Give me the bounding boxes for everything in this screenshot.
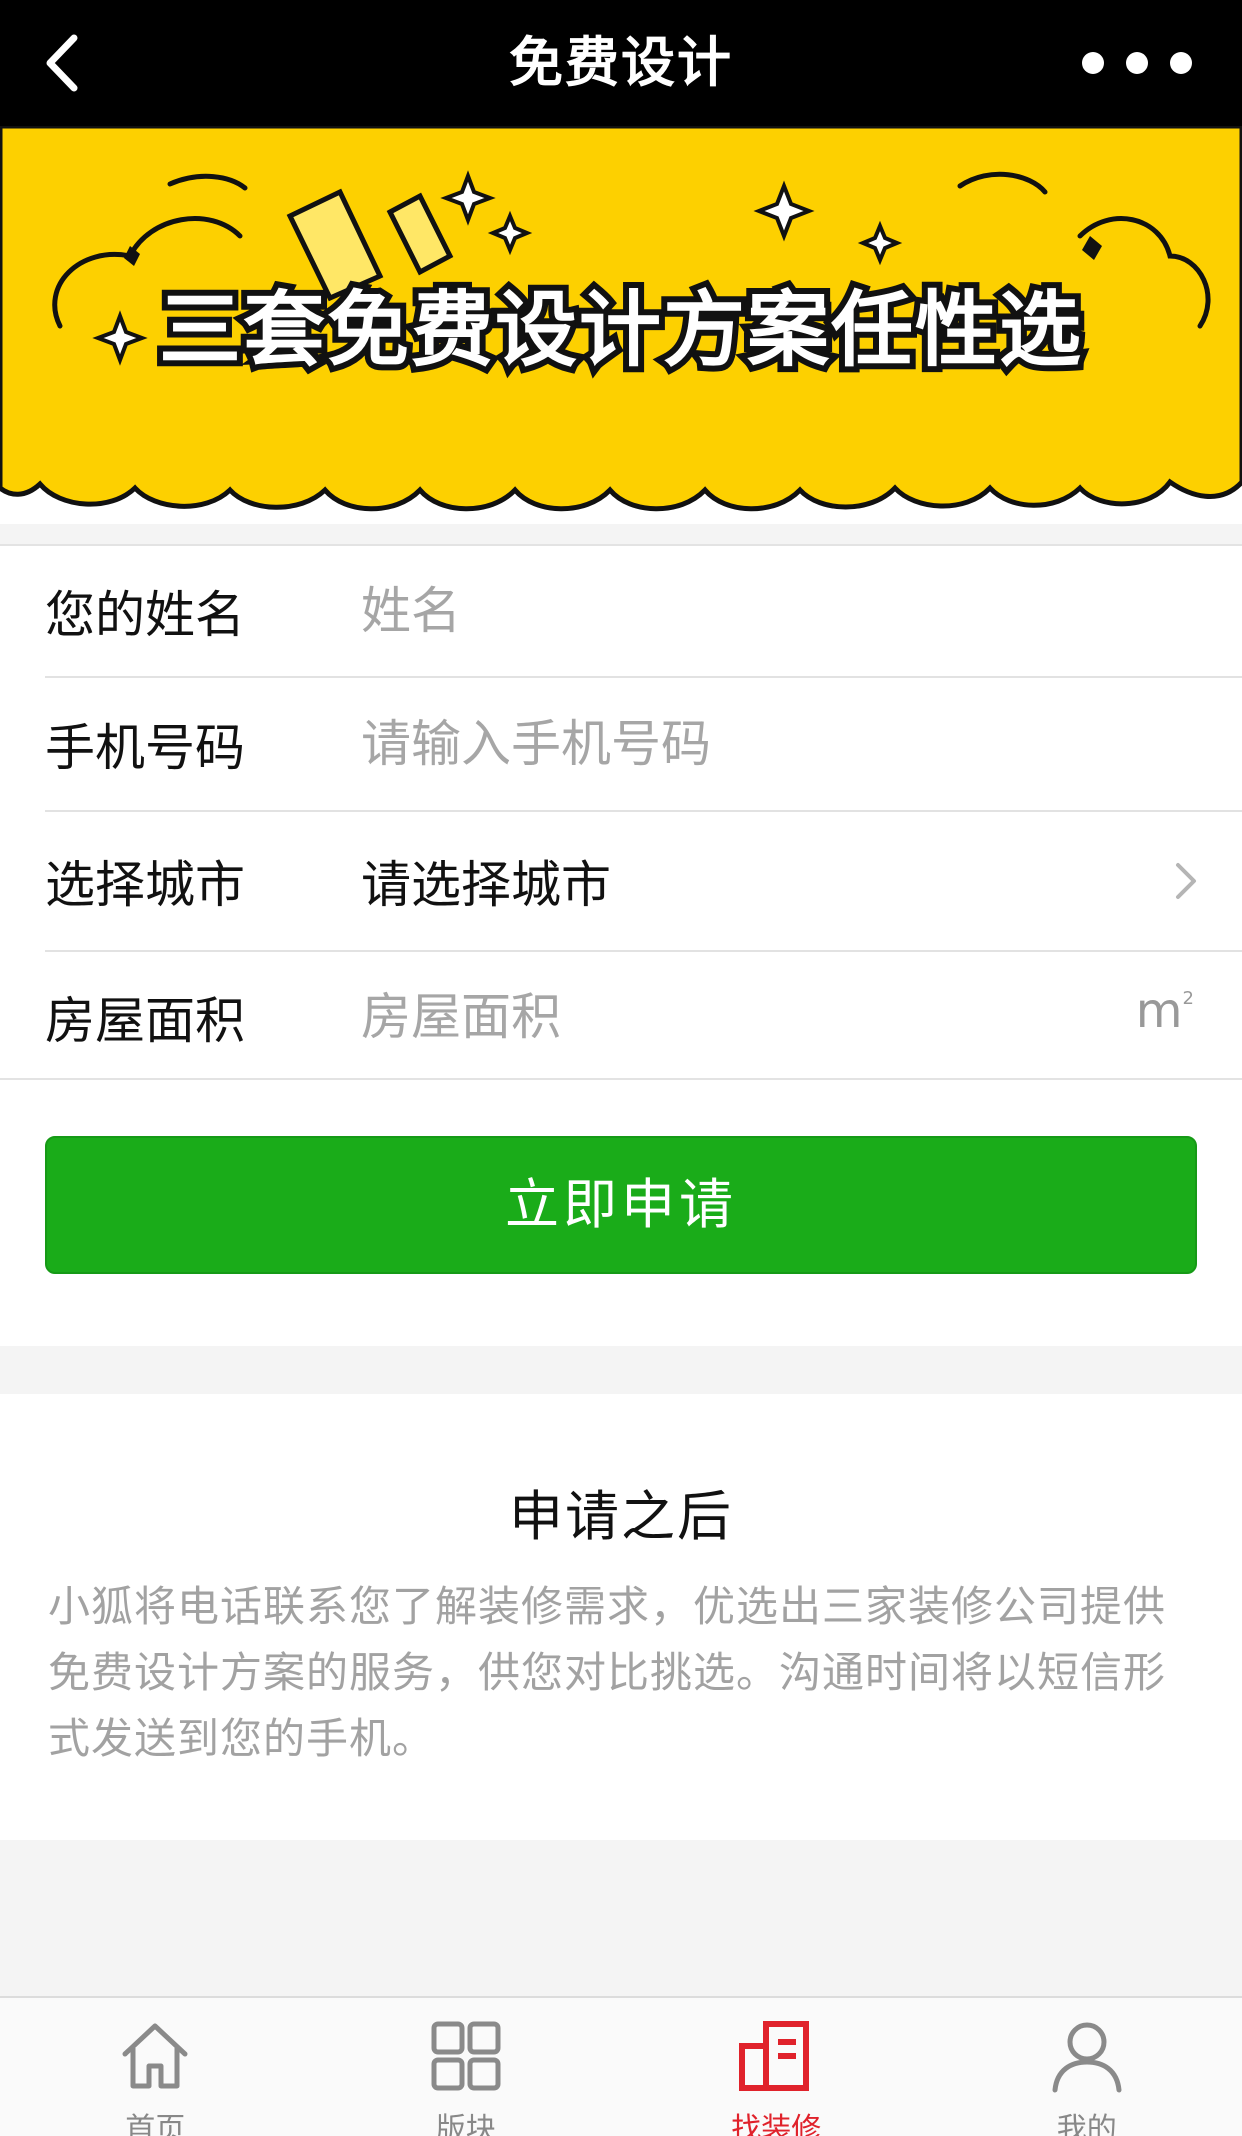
- apply-now-button[interactable]: 立即申请: [45, 1136, 1197, 1274]
- promo-banner: 三套免费设计方案任性选: [0, 126, 1242, 524]
- user-icon: [1052, 2022, 1122, 2093]
- city-select-row[interactable]: 选择城市 请选择城市: [45, 812, 1242, 952]
- home-icon: [122, 2023, 188, 2089]
- phone-label: 手机号码: [45, 719, 245, 777]
- tab-sections[interactable]: 版块: [311, 1998, 622, 2136]
- tab-find-renovation-label: 找装修: [731, 2112, 822, 2136]
- submit-area: 立即申请: [0, 1080, 1242, 1346]
- area-unit: m2: [1136, 983, 1194, 1039]
- area-row: 房屋面积 m2: [45, 952, 1242, 1082]
- more-button[interactable]: [1082, 48, 1192, 78]
- area-input[interactable]: [361, 952, 1242, 1082]
- phone-input[interactable]: [361, 678, 1242, 810]
- tab-home-label: 首页: [125, 2112, 186, 2136]
- banner-artwork: 三套免费设计方案任性选: [0, 126, 1242, 524]
- city-label: 选择城市: [45, 856, 245, 914]
- city-select-value[interactable]: 请选择城市: [361, 845, 1242, 917]
- after-apply-title: 申请之后: [509, 1485, 733, 1548]
- after-apply-section: 申请之后 小狐将电话联系您了解装修需求，优选出三家装修公司提供免费设计方案的服务…: [0, 1394, 1242, 1840]
- tab-mine[interactable]: 我的: [932, 1998, 1242, 2136]
- bottom-tab-bar: 首页 版块 找装修 我的: [0, 1996, 1242, 2136]
- area-label: 房屋面积: [45, 992, 245, 1050]
- tab-home[interactable]: 首页: [0, 1998, 311, 2136]
- design-request-form: 您的姓名 手机号码 选择城市 请选择城市 房屋面积 m2: [0, 544, 1242, 1082]
- navbar: 免费设计: [0, 0, 1242, 126]
- name-label: 您的姓名: [45, 586, 245, 644]
- unit-superscript: 2: [1182, 988, 1194, 1009]
- name-row: 您的姓名: [45, 546, 1242, 678]
- unit-text: m: [1135, 983, 1183, 1039]
- building-icon: [739, 2021, 810, 2091]
- page-title: 免费设计: [509, 31, 733, 94]
- name-input[interactable]: [361, 546, 1242, 676]
- banner-headline: 三套免费设计方案任性选: [159, 283, 1083, 378]
- more-dot: [1170, 52, 1192, 74]
- chevron-right-icon: [1176, 863, 1196, 899]
- more-dot: [1126, 52, 1148, 74]
- after-apply-text: 小狐将电话联系您了解装修需求，优选出三家装修公司提供免费设计方案的服务，供您对比…: [48, 1582, 1167, 1763]
- phone-row: 手机号码: [45, 678, 1242, 812]
- tab-find-renovation[interactable]: 找装修: [621, 1998, 932, 2136]
- tab-sections-label: 版块: [435, 2112, 496, 2136]
- tab-mine-label: 我的: [1056, 2112, 1117, 2136]
- grid-icon: [431, 2021, 501, 2091]
- more-dots-icon: [1082, 52, 1104, 74]
